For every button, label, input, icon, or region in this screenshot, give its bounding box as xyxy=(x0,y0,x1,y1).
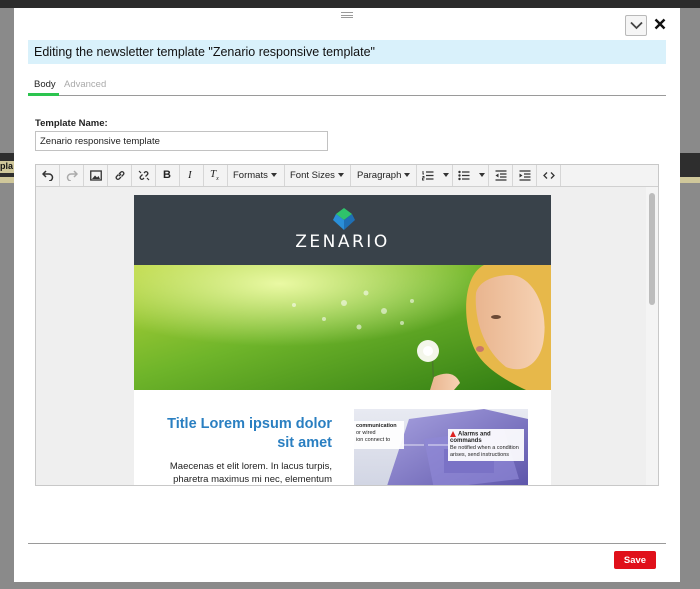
save-button[interactable]: Save xyxy=(614,551,656,569)
link-icon xyxy=(115,171,125,180)
newsletter-header: ZENARIO xyxy=(134,195,551,265)
italic-icon: I xyxy=(188,169,192,181)
newsletter-preview: ZENARIO Title Lorem ipsum dolor sit amet… xyxy=(134,195,551,485)
caret-down-icon xyxy=(479,173,485,177)
newsletter-body-text: Maecenas et elit lorem. In lacus turpis,… xyxy=(158,460,332,485)
formats-label: Formats xyxy=(233,170,268,181)
template-name-label: Template Name: xyxy=(35,118,108,129)
redo-button[interactable] xyxy=(60,165,84,186)
caret-down-icon xyxy=(404,173,411,178)
background-top-bar xyxy=(0,0,700,8)
callout-text: arises, send instructions xyxy=(450,452,509,459)
callout-text: Be notified when a condition xyxy=(450,445,519,452)
numbered-list-icon xyxy=(422,171,434,181)
callout-title: communication xyxy=(356,423,397,429)
caret-down-icon xyxy=(337,173,344,178)
paragraph-dropdown[interactable]: Paragraph xyxy=(351,165,417,186)
caret-down-icon xyxy=(443,173,449,177)
clear-formatting-button[interactable]: Tx xyxy=(204,165,228,186)
tab-bar: Body Advanced xyxy=(28,76,666,96)
bold-icon: B xyxy=(163,169,171,181)
callout-title: Alarms and commands xyxy=(450,431,491,445)
template-name-input[interactable] xyxy=(35,131,328,151)
clear-format-icon: Tx xyxy=(210,168,219,183)
active-tab-indicator xyxy=(28,93,59,96)
undo-button[interactable] xyxy=(36,165,60,186)
numbered-list-button[interactable] xyxy=(417,165,453,186)
drag-handle-icon[interactable] xyxy=(341,12,353,18)
warning-icon xyxy=(450,431,456,437)
remove-link-button[interactable] xyxy=(132,165,156,186)
close-icon xyxy=(654,18,666,30)
bullet-list-icon xyxy=(458,170,470,181)
insert-link-button[interactable] xyxy=(108,165,132,186)
editor-content-area[interactable]: ZENARIO Title Lorem ipsum dolor sit amet… xyxy=(36,187,658,485)
tab-advanced[interactable]: Advanced xyxy=(64,79,106,90)
newsletter-body-line: pharetra maximus mi nec, elementum xyxy=(173,474,332,485)
close-button[interactable] xyxy=(652,16,670,34)
newsletter-feature-image: communication or wired ion connect to Al… xyxy=(354,409,528,485)
font-sizes-dropdown[interactable]: Font Sizes xyxy=(285,165,351,186)
background-left-label: pla xyxy=(0,161,14,173)
callout-text: or wired xyxy=(356,430,376,436)
indent-icon xyxy=(519,170,531,181)
template-editor-dialog: Editing the newsletter template "Zenario… xyxy=(14,8,680,582)
undo-icon xyxy=(42,170,54,181)
editor-scrollbar[interactable] xyxy=(646,187,658,485)
outdent-icon xyxy=(495,170,507,181)
formats-dropdown[interactable]: Formats xyxy=(228,165,285,186)
newsletter-hero-image xyxy=(134,265,551,390)
rich-text-editor: B I Tx Formats Font Sizes Paragraph ZENA… xyxy=(35,164,659,486)
dialog-title: Editing the newsletter template "Zenario… xyxy=(28,40,666,64)
tab-body[interactable]: Body xyxy=(34,79,56,90)
feature-callout-alarms: Alarms and commands Be notified when a c… xyxy=(448,429,524,461)
insert-image-button[interactable] xyxy=(84,165,108,186)
newsletter-body-line: Maecenas et elit lorem. In lacus turpis, xyxy=(169,461,332,472)
bullet-list-button[interactable] xyxy=(453,165,489,186)
indent-button[interactable] xyxy=(513,165,537,186)
footer-divider xyxy=(28,543,666,544)
callout-text: ion connect to xyxy=(356,437,391,443)
font-sizes-label: Font Sizes xyxy=(290,170,335,181)
code-icon xyxy=(543,172,555,179)
editor-toolbar: B I Tx Formats Font Sizes Paragraph xyxy=(36,165,658,187)
redo-icon xyxy=(66,170,78,181)
italic-button[interactable]: I xyxy=(180,165,204,186)
feature-callout-communication: communication or wired ion connect to xyxy=(354,421,404,449)
zenario-logo-icon xyxy=(333,208,355,230)
outdent-button[interactable] xyxy=(489,165,513,186)
source-code-button[interactable] xyxy=(537,165,561,186)
chevron-down-icon xyxy=(630,21,643,30)
image-icon xyxy=(90,170,102,181)
caret-down-icon xyxy=(270,173,277,178)
paragraph-label: Paragraph xyxy=(357,170,402,181)
scrollbar-thumb[interactable] xyxy=(649,193,655,305)
bold-button[interactable]: B xyxy=(156,165,180,186)
newsletter-brand: ZENARIO xyxy=(295,232,390,252)
collapse-button[interactable] xyxy=(625,15,647,36)
newsletter-title: Title Lorem ipsum dolor sit amet xyxy=(167,416,332,451)
unlink-icon xyxy=(138,170,150,181)
